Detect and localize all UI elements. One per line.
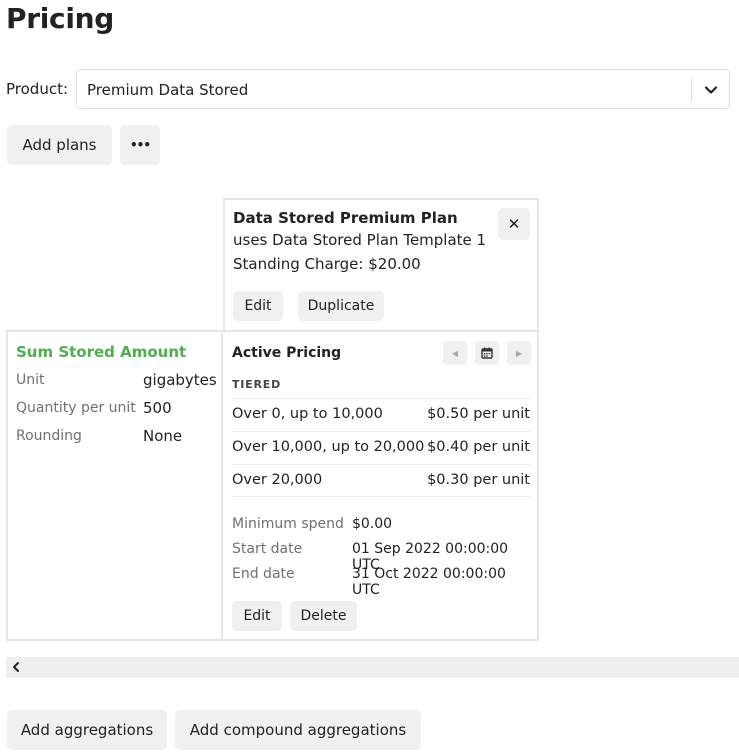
tier-row: Over 0, up to 10,000 $0.50 per unit <box>232 398 530 431</box>
pricing-model-label: TIERED <box>232 378 282 391</box>
next-pricing-button[interactable]: ▶ <box>507 341 531 365</box>
caret-right-icon: ▶ <box>515 348 523 358</box>
active-pricing-title: Active Pricing <box>232 345 342 361</box>
calendar-button[interactable] <box>475 341 499 365</box>
minimum-spend-value: $0.00 <box>352 516 393 532</box>
close-icon: ✕ <box>507 215 521 233</box>
aggregation-quantity-value: 500 <box>143 399 172 417</box>
active-pricing-cell: Active Pricing ◀ ▶ TIERED Over 0, up to … <box>225 332 537 639</box>
aggregation-title[interactable]: Sum Stored Amount <box>16 343 186 361</box>
plan-header: Data Stored Premium Plan uses Data Store… <box>223 198 539 332</box>
aggregation-unit-value: gigabytes <box>143 371 217 389</box>
remove-plan-button[interactable]: ✕ <box>498 208 530 240</box>
edit-pricing-button[interactable]: Edit <box>232 601 282 631</box>
tier-range: Over 10,000, up to 20,000 <box>232 439 425 455</box>
end-date-value: 31 Oct 2022 00:00:00 UTC <box>352 566 506 598</box>
more-options-button[interactable]: ••• <box>120 125 160 165</box>
more-icon: ••• <box>129 138 151 152</box>
calendar-icon <box>481 347 493 359</box>
previous-pricing-button[interactable]: ◀ <box>443 341 467 365</box>
aggregation-quantity-label: Quantity per unit <box>16 400 136 416</box>
tier-row: Over 10,000, up to 20,000 $0.40 per unit <box>232 431 530 464</box>
plan-standing-charge: Standing Charge: $20.00 <box>233 255 421 273</box>
plan-template: uses Data Stored Plan Template 1 <box>233 231 487 249</box>
edit-plan-button[interactable]: Edit <box>233 291 283 321</box>
minimum-spend-label: Minimum spend <box>232 516 344 532</box>
caret-left-icon: ◀ <box>451 348 459 358</box>
chevron-left-icon[interactable] <box>10 661 22 673</box>
tier-range: Over 20,000 <box>232 472 323 488</box>
tier-price: $0.30 per unit <box>427 472 530 488</box>
duplicate-plan-button[interactable]: Duplicate <box>298 291 384 321</box>
product-select-value: Premium Data Stored <box>87 81 249 99</box>
add-aggregations-button[interactable]: Add aggregations <box>7 710 167 750</box>
add-compound-aggregations-button[interactable]: Add compound aggregations <box>175 710 421 750</box>
tier-price: $0.40 per unit <box>427 439 530 455</box>
aggregation-rounding-label: Rounding <box>16 428 82 444</box>
product-select[interactable]: Premium Data Stored <box>76 69 730 109</box>
plan-name: Data Stored Premium Plan <box>233 209 458 227</box>
chevron-down-icon <box>704 86 718 94</box>
add-plans-button[interactable]: Add plans <box>7 125 112 165</box>
end-date-label: End date <box>232 566 295 582</box>
page-title: Pricing <box>6 2 114 35</box>
tier-price: $0.50 per unit <box>427 406 530 422</box>
select-divider <box>691 79 692 101</box>
product-label: Product: <box>6 80 69 98</box>
aggregation-rounding-value: None <box>143 427 183 445</box>
tier-row: Over 20,000 $0.30 per unit <box>232 464 530 497</box>
aggregation-unit-label: Unit <box>16 372 45 388</box>
horizontal-scrollbar[interactable] <box>6 657 739 678</box>
aggregation-cell: Sum Stored Amount Unit gigabytes Quantit… <box>8 332 223 639</box>
pricing-grid: Sum Stored Amount Unit gigabytes Quantit… <box>6 330 539 641</box>
start-date-label: Start date <box>232 541 303 557</box>
delete-pricing-button[interactable]: Delete <box>290 601 357 631</box>
tier-range: Over 0, up to 10,000 <box>232 406 383 422</box>
